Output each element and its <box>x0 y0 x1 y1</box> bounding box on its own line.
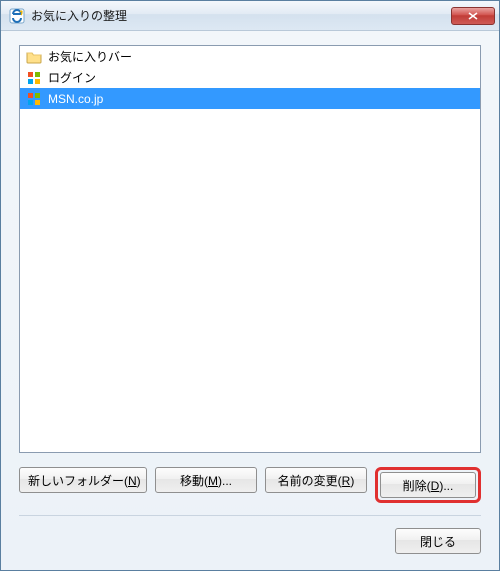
label-part: )... <box>218 474 232 488</box>
delete-button[interactable]: 削除(D)... <box>380 472 476 498</box>
action-button-row: 新しいフォルダー(N) 移動(M)... 名前の変更(R) 削除(D)... <box>19 467 481 516</box>
ms-tiles-icon <box>26 91 42 107</box>
move-button[interactable]: 移動(M)... <box>155 467 257 493</box>
titlebar[interactable]: お気に入りの整理 <box>1 1 499 31</box>
ie-icon <box>9 8 25 24</box>
label-part: 新しいフォルダー( <box>28 474 128 488</box>
label-part: 移動( <box>180 474 208 488</box>
list-item-label: ログイン <box>48 69 96 86</box>
label-part: ) <box>350 474 354 488</box>
close-button-row: 閉じる <box>19 528 481 554</box>
folder-icon <box>26 49 42 65</box>
list-item-label: お気に入りバー <box>48 48 132 65</box>
window-title: お気に入りの整理 <box>31 7 451 24</box>
rename-button[interactable]: 名前の変更(R) <box>265 467 367 493</box>
label-part: )... <box>439 479 453 493</box>
client-area: お気に入りバーログイン MSN.co.jp 新しいフォルダー(N) 移動(M)..… <box>1 31 499 570</box>
label-part: ) <box>137 474 141 488</box>
dialog-window: お気に入りの整理 お気に入りバーログイン MSN.co.jp 新しいフォルダー(N… <box>0 0 500 571</box>
new-folder-button[interactable]: 新しいフォルダー(N) <box>19 467 147 493</box>
list-item[interactable]: MSN.co.jp <box>20 88 480 109</box>
list-item[interactable]: ログイン <box>20 67 480 88</box>
delete-button-highlight: 削除(D)... <box>375 467 481 503</box>
accelerator: N <box>128 474 137 488</box>
close-button[interactable]: 閉じる <box>395 528 481 554</box>
label-part: 名前の変更( <box>278 474 342 488</box>
favorites-list[interactable]: お気に入りバーログイン MSN.co.jp <box>19 45 481 453</box>
close-window-button[interactable] <box>451 7 495 25</box>
list-item-label: MSN.co.jp <box>48 92 103 106</box>
accelerator: M <box>208 474 218 488</box>
list-item[interactable]: お気に入りバー <box>20 46 480 67</box>
label-part: 削除( <box>403 479 431 493</box>
ms-tiles-icon <box>26 70 42 86</box>
